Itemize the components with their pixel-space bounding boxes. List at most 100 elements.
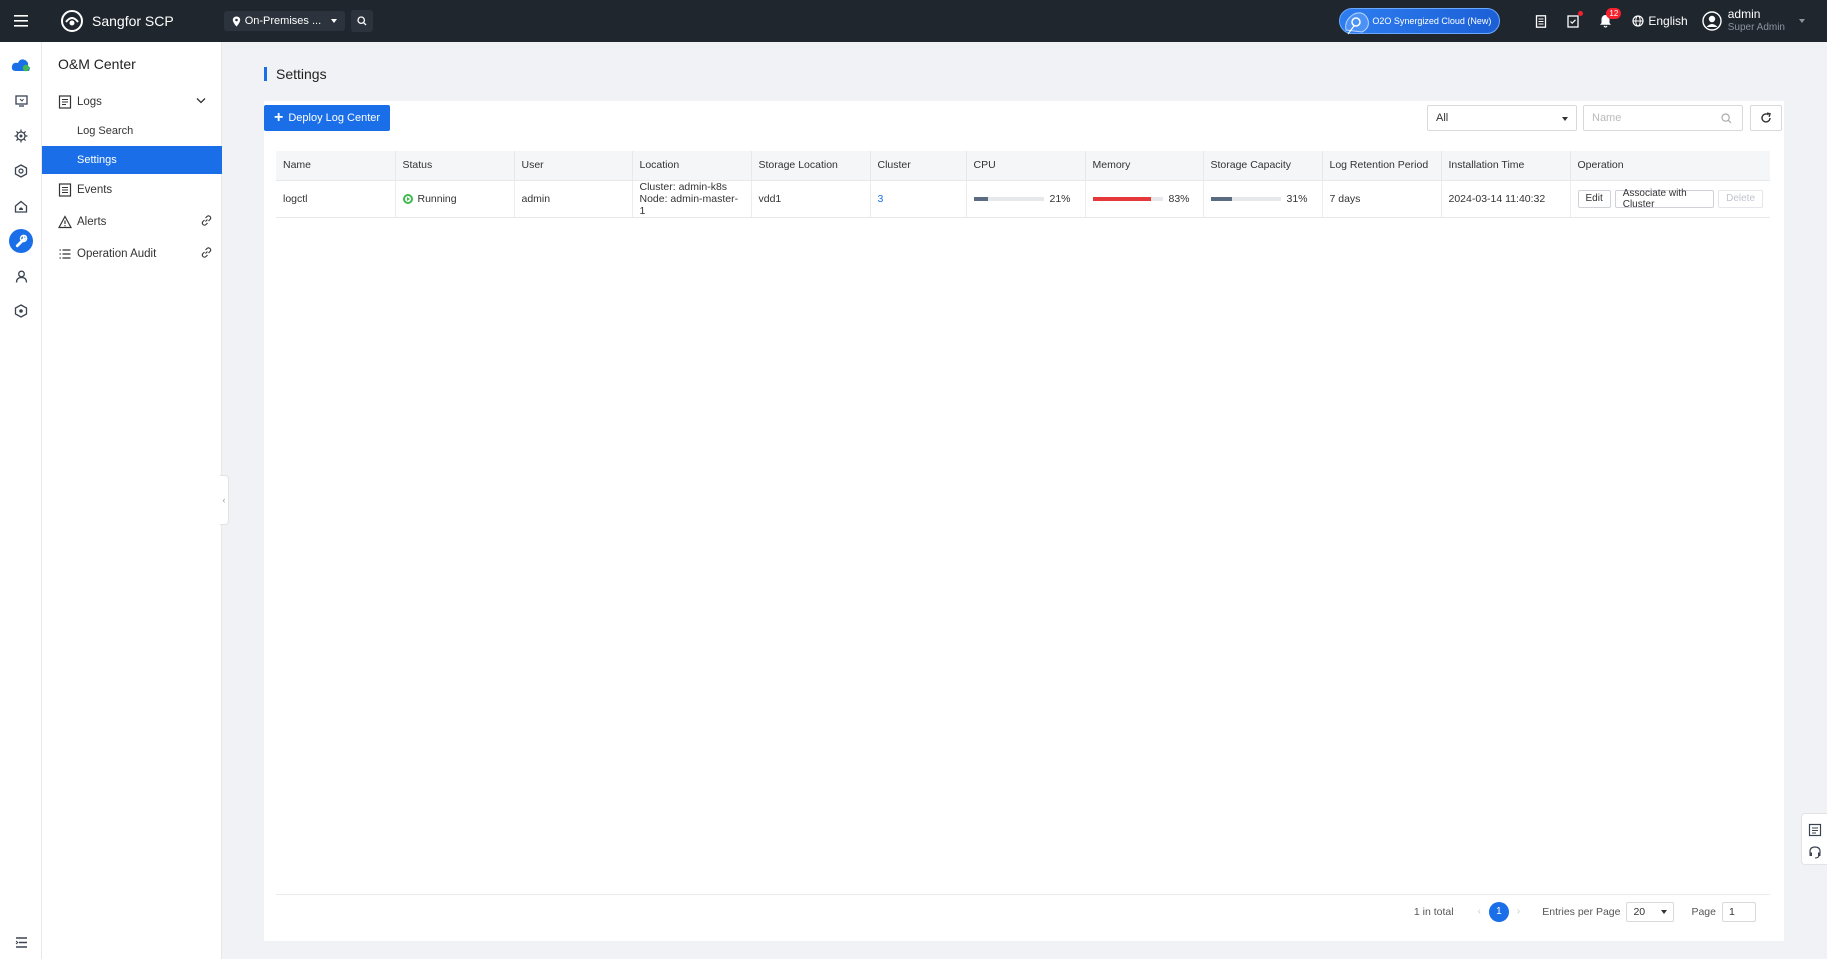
content-panel: + Deploy Log Center All Name Status User… bbox=[264, 101, 1784, 941]
entries-per-page-label: Entries per Page bbox=[1542, 905, 1621, 918]
cell-user: admin bbox=[514, 180, 633, 218]
location-cluster: Cluster: admin-k8s bbox=[639, 180, 728, 193]
nav-label-logs: Logs bbox=[77, 96, 102, 108]
o2o-synergized-cloud-button[interactable]: O2O Synergized Cloud (New) bbox=[1339, 8, 1501, 35]
name-search-input[interactable] bbox=[1583, 105, 1743, 131]
nav-item-logs[interactable]: Logs bbox=[42, 88, 222, 116]
prev-page-icon[interactable]: ‹ bbox=[1478, 906, 1481, 917]
chevron-left-icon: ‹ bbox=[222, 495, 226, 505]
column-header: Memory bbox=[1085, 151, 1204, 181]
hex-settings-icon[interactable] bbox=[9, 299, 33, 323]
nav-section-title: O&M Center bbox=[58, 56, 136, 72]
external-link-icon bbox=[201, 247, 212, 258]
notification-bell-icon[interactable]: 12 bbox=[1592, 8, 1622, 34]
memory-usage-bar bbox=[1092, 196, 1163, 201]
menu-icon[interactable] bbox=[0, 0, 42, 42]
table-row: logctl Running admin Cluster: admin-k8s … bbox=[276, 180, 1770, 218]
status-label: Running bbox=[417, 192, 457, 205]
user-icon[interactable] bbox=[9, 264, 33, 288]
page-number-current[interactable]: 1 bbox=[1488, 901, 1509, 922]
search-icon bbox=[357, 16, 367, 26]
monitor-icon[interactable] bbox=[9, 89, 33, 113]
nav-label-alerts: Alerts bbox=[77, 216, 107, 228]
filter-value: All bbox=[1436, 112, 1449, 124]
nav-label-events: Events bbox=[77, 184, 113, 196]
storage-usage-bar bbox=[1210, 196, 1281, 201]
nav-item-settings[interactable]: Settings bbox=[42, 146, 222, 174]
customer-support-icon[interactable] bbox=[1808, 845, 1822, 859]
column-header: Cluster bbox=[870, 151, 967, 181]
nav-item-log-search[interactable]: Log Search bbox=[42, 117, 222, 145]
wrench-icon[interactable] bbox=[9, 229, 33, 253]
alert-triangle-icon bbox=[58, 215, 72, 229]
pagination: 1 in total ‹ 1 › Entries per Page 20 Pag… bbox=[276, 894, 1770, 928]
gear-cluster-icon[interactable] bbox=[9, 124, 33, 148]
language-selector[interactable]: English bbox=[1632, 14, 1688, 28]
top-bar: Sangfor SCP On-Premises ... O2O Synergiz… bbox=[0, 0, 1827, 42]
cell-name: logctl bbox=[276, 180, 396, 218]
entries-per-page-select[interactable]: 20 bbox=[1626, 901, 1675, 922]
home-cloud-icon[interactable] bbox=[9, 194, 33, 218]
global-search-button[interactable] bbox=[351, 10, 374, 32]
notification-count-badge: 12 bbox=[1606, 8, 1622, 19]
cell-operation: Edit Associate with Cluster Delete bbox=[1570, 180, 1770, 218]
external-link-icon bbox=[201, 215, 212, 226]
column-header: Operation bbox=[1570, 151, 1770, 181]
column-header: Storage Location bbox=[751, 151, 871, 181]
module-rail bbox=[0, 42, 42, 959]
region-label: On-Premises ... bbox=[244, 15, 322, 27]
entries-per-page-value: 20 bbox=[1633, 905, 1646, 918]
collapse-sidebar-handle[interactable]: ‹ bbox=[220, 475, 229, 525]
cell-memory: 83% bbox=[1085, 180, 1204, 218]
next-page-icon[interactable]: › bbox=[1517, 906, 1520, 917]
cell-storage-location: vdd1 bbox=[751, 180, 871, 218]
nav-item-events[interactable]: Events bbox=[42, 176, 222, 204]
storage-usage-label: 31% bbox=[1286, 192, 1308, 205]
nav-item-operation-audit[interactable]: Operation Audit bbox=[42, 240, 222, 268]
search-icon[interactable] bbox=[1721, 113, 1732, 124]
chevron-down-icon bbox=[1562, 117, 1568, 121]
o2o-cloud-icon bbox=[1345, 12, 1370, 35]
document-icon[interactable] bbox=[1528, 8, 1554, 34]
user-menu[interactable]: admin Super Admin bbox=[1702, 7, 1805, 35]
associate-with-cluster-button[interactable]: Associate with Cluster bbox=[1614, 188, 1715, 210]
document-list-icon[interactable] bbox=[1808, 823, 1822, 837]
region-selector[interactable]: On-Premises ... bbox=[223, 11, 346, 31]
collapse-menu-icon[interactable] bbox=[9, 930, 33, 954]
page-jump-label: Page bbox=[1691, 905, 1716, 918]
user-role: Super Admin bbox=[1727, 22, 1785, 33]
cloud-icon[interactable] bbox=[9, 53, 33, 77]
logs-icon bbox=[58, 95, 72, 109]
status-filter-select[interactable]: All bbox=[1427, 105, 1577, 131]
deploy-log-center-button[interactable]: + Deploy Log Center bbox=[264, 105, 391, 131]
cell-cluster: 3 bbox=[870, 180, 967, 218]
column-header: Location bbox=[632, 151, 752, 181]
events-icon bbox=[58, 183, 72, 197]
cell-installation-time: 2024-03-14 11:40:32 bbox=[1441, 180, 1571, 218]
cluster-count-link[interactable]: 3 bbox=[878, 193, 884, 205]
app-logo[interactable]: Sangfor SCP bbox=[60, 9, 174, 33]
cell-location: Cluster: admin-k8s Node: admin-master-1 bbox=[632, 180, 752, 218]
nav-item-alerts[interactable]: Alerts bbox=[42, 208, 222, 236]
column-header: Status bbox=[395, 151, 515, 181]
column-header: Log Retention Period bbox=[1322, 151, 1442, 181]
nav-label-operation-audit: Operation Audit bbox=[77, 248, 157, 260]
column-header: Installation Time bbox=[1441, 151, 1571, 181]
list-icon bbox=[59, 249, 71, 259]
location-pin-icon bbox=[232, 16, 240, 26]
cpu-usage-bar bbox=[973, 196, 1044, 201]
task-icon[interactable] bbox=[1560, 8, 1586, 34]
cpu-usage-label: 21% bbox=[1049, 192, 1071, 205]
refresh-button[interactable] bbox=[1750, 105, 1782, 131]
delete-button: Delete bbox=[1718, 189, 1763, 208]
column-header: CPU bbox=[966, 151, 1086, 181]
log-center-table: Name Status User Location Storage Locati… bbox=[276, 151, 1770, 218]
network-icon[interactable] bbox=[9, 159, 33, 183]
globe-icon bbox=[1632, 15, 1644, 27]
chevron-up-icon bbox=[196, 98, 206, 104]
edit-button[interactable]: Edit bbox=[1577, 189, 1611, 208]
page-jump-input[interactable] bbox=[1722, 901, 1756, 922]
memory-usage-label: 83% bbox=[1168, 192, 1190, 205]
memory-usage-fill bbox=[1092, 196, 1151, 201]
floating-toolbar bbox=[1801, 813, 1827, 865]
